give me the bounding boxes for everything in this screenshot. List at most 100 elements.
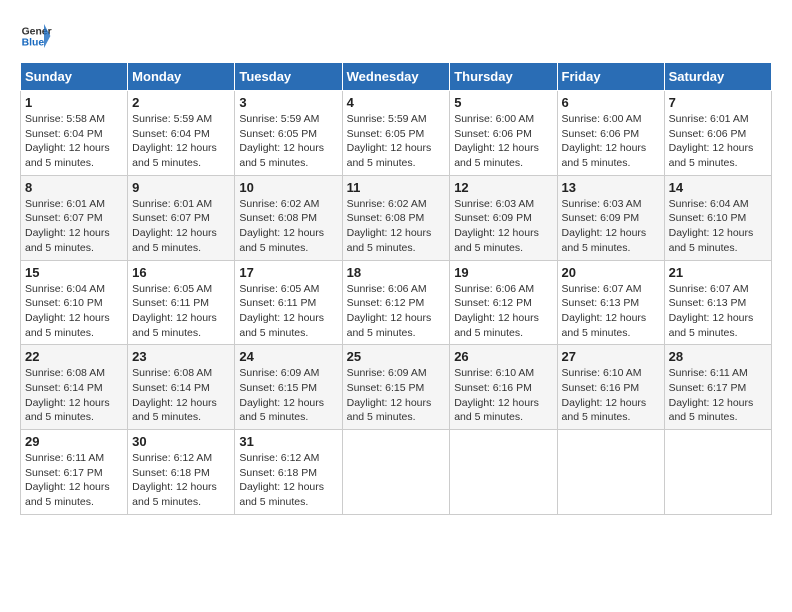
- calendar-cell: 29 Sunrise: 6:11 AMSunset: 6:17 PMDayligh…: [21, 430, 128, 515]
- day-info: Sunrise: 6:07 AMSunset: 6:13 PMDaylight:…: [669, 282, 767, 341]
- day-number: 19: [454, 265, 552, 280]
- day-number: 29: [25, 434, 123, 449]
- day-info: Sunrise: 6:01 AMSunset: 6:07 PMDaylight:…: [132, 197, 230, 256]
- logo-icon: General Blue: [20, 20, 52, 52]
- weekday-header-monday: Monday: [128, 63, 235, 91]
- calendar-cell: 23Sunrise: 6:08 AMSunset: 6:14 PMDayligh…: [128, 345, 235, 430]
- calendar-cell: 10Sunrise: 6:02 AMSunset: 6:08 PMDayligh…: [235, 175, 342, 260]
- day-info: Sunrise: 6:05 AMSunset: 6:11 PMDaylight:…: [132, 282, 230, 341]
- calendar-cell: 20 Sunrise: 6:07 AMSunset: 6:13 PMDayligh…: [557, 260, 664, 345]
- day-number: 21: [669, 265, 767, 280]
- calendar-cell: 25 Sunrise: 6:09 AMSunset: 6:15 PMDayligh…: [342, 345, 450, 430]
- day-number: 11: [347, 180, 446, 195]
- day-number: 16: [132, 265, 230, 280]
- calendar-cell: [342, 430, 450, 515]
- day-number: 28: [669, 349, 767, 364]
- day-number: 31: [239, 434, 337, 449]
- day-number: 12: [454, 180, 552, 195]
- day-number: 18: [347, 265, 446, 280]
- day-info: Sunrise: 6:10 AMSunset: 6:16 PMDaylight:…: [454, 366, 552, 425]
- weekday-header-friday: Friday: [557, 63, 664, 91]
- week-row-1: 8Sunrise: 6:01 AMSunset: 6:07 PMDaylight…: [21, 175, 772, 260]
- day-info: Sunrise: 6:08 AMSunset: 6:14 PMDaylight:…: [25, 366, 123, 425]
- calendar-table: SundayMondayTuesdayWednesdayThursdayFrid…: [20, 62, 772, 515]
- calendar-cell: 8Sunrise: 6:01 AMSunset: 6:07 PMDaylight…: [21, 175, 128, 260]
- day-number: 2: [132, 95, 230, 110]
- page-container: General Blue SundayMondayTuesdayWednesda…: [20, 20, 772, 515]
- calendar-cell: 3Sunrise: 5:59 AMSunset: 6:05 PMDaylight…: [235, 91, 342, 176]
- day-info: Sunrise: 6:00 AMSunset: 6:06 PMDaylight:…: [562, 112, 660, 171]
- calendar-cell: 24Sunrise: 6:09 AMSunset: 6:15 PMDayligh…: [235, 345, 342, 430]
- day-info: Sunrise: 6:06 AMSunset: 6:12 PMDaylight:…: [454, 282, 552, 341]
- calendar-cell: 11Sunrise: 6:02 AMSunset: 6:08 PMDayligh…: [342, 175, 450, 260]
- day-number: 17: [239, 265, 337, 280]
- calendar-cell: 17 Sunrise: 6:05 AMSunset: 6:11 PMDayligh…: [235, 260, 342, 345]
- calendar-cell: 6Sunrise: 6:00 AMSunset: 6:06 PMDaylight…: [557, 91, 664, 176]
- weekday-header-tuesday: Tuesday: [235, 63, 342, 91]
- calendar-cell: 14 Sunrise: 6:04 AMSunset: 6:10 PMDayligh…: [664, 175, 771, 260]
- calendar-cell: 7Sunrise: 6:01 AMSunset: 6:06 PMDaylight…: [664, 91, 771, 176]
- day-number: 30: [132, 434, 230, 449]
- day-number: 4: [347, 95, 446, 110]
- weekday-header-sunday: Sunday: [21, 63, 128, 91]
- day-info: Sunrise: 6:04 AMSunset: 6:10 PMDaylight:…: [25, 282, 123, 341]
- day-info: Sunrise: 5:58 AMSunset: 6:04 PMDaylight:…: [25, 112, 123, 171]
- weekday-header-row: SundayMondayTuesdayWednesdayThursdayFrid…: [21, 63, 772, 91]
- calendar-cell: 31 Sunrise: 6:12 AMSunset: 6:18 PMDayligh…: [235, 430, 342, 515]
- calendar-cell: 5Sunrise: 6:00 AMSunset: 6:06 PMDaylight…: [450, 91, 557, 176]
- calendar-cell: 15 Sunrise: 6:04 AMSunset: 6:10 PMDayligh…: [21, 260, 128, 345]
- calendar-cell: 26 Sunrise: 6:10 AMSunset: 6:16 PMDayligh…: [450, 345, 557, 430]
- day-info: Sunrise: 6:03 AMSunset: 6:09 PMDaylight:…: [562, 197, 660, 256]
- day-info: Sunrise: 6:09 AMSunset: 6:15 PMDaylight:…: [347, 366, 446, 425]
- day-number: 26: [454, 349, 552, 364]
- day-number: 14: [669, 180, 767, 195]
- day-info: Sunrise: 6:09 AMSunset: 6:15 PMDaylight:…: [239, 366, 337, 425]
- day-info: Sunrise: 6:06 AMSunset: 6:12 PMDaylight:…: [347, 282, 446, 341]
- week-row-0: 1 Sunrise: 5:58 AMSunset: 6:04 PMDaylight…: [21, 91, 772, 176]
- calendar-cell: [450, 430, 557, 515]
- calendar-cell: 12Sunrise: 6:03 AMSunset: 6:09 PMDayligh…: [450, 175, 557, 260]
- week-row-4: 29 Sunrise: 6:11 AMSunset: 6:17 PMDayligh…: [21, 430, 772, 515]
- calendar-cell: 13 Sunrise: 6:03 AMSunset: 6:09 PMDayligh…: [557, 175, 664, 260]
- calendar-cell: 30 Sunrise: 6:12 AMSunset: 6:18 PMDayligh…: [128, 430, 235, 515]
- day-info: Sunrise: 6:08 AMSunset: 6:14 PMDaylight:…: [132, 366, 230, 425]
- day-number: 15: [25, 265, 123, 280]
- weekday-header-wednesday: Wednesday: [342, 63, 450, 91]
- day-info: Sunrise: 6:12 AMSunset: 6:18 PMDaylight:…: [239, 451, 337, 510]
- calendar-cell: 2 Sunrise: 5:59 AMSunset: 6:04 PMDaylight…: [128, 91, 235, 176]
- day-info: Sunrise: 6:01 AMSunset: 6:06 PMDaylight:…: [669, 112, 767, 171]
- calendar-cell: 9 Sunrise: 6:01 AMSunset: 6:07 PMDaylight…: [128, 175, 235, 260]
- weekday-header-saturday: Saturday: [664, 63, 771, 91]
- day-info: Sunrise: 6:00 AMSunset: 6:06 PMDaylight:…: [454, 112, 552, 171]
- calendar-cell: 1 Sunrise: 5:58 AMSunset: 6:04 PMDaylight…: [21, 91, 128, 176]
- day-number: 20: [562, 265, 660, 280]
- day-info: Sunrise: 6:10 AMSunset: 6:16 PMDaylight:…: [562, 366, 660, 425]
- logo: General Blue: [20, 20, 52, 52]
- day-number: 22: [25, 349, 123, 364]
- day-info: Sunrise: 5:59 AMSunset: 6:04 PMDaylight:…: [132, 112, 230, 171]
- calendar-cell: 28 Sunrise: 6:11 AMSunset: 6:17 PMDayligh…: [664, 345, 771, 430]
- day-info: Sunrise: 6:12 AMSunset: 6:18 PMDaylight:…: [132, 451, 230, 510]
- calendar-cell: [557, 430, 664, 515]
- day-info: Sunrise: 6:04 AMSunset: 6:10 PMDaylight:…: [669, 197, 767, 256]
- calendar-cell: 4Sunrise: 5:59 AMSunset: 6:05 PMDaylight…: [342, 91, 450, 176]
- day-number: 9: [132, 180, 230, 195]
- calendar-cell: 22 Sunrise: 6:08 AMSunset: 6:14 PMDayligh…: [21, 345, 128, 430]
- day-number: 27: [562, 349, 660, 364]
- day-number: 3: [239, 95, 337, 110]
- day-number: 13: [562, 180, 660, 195]
- day-info: Sunrise: 6:07 AMSunset: 6:13 PMDaylight:…: [562, 282, 660, 341]
- day-info: Sunrise: 6:05 AMSunset: 6:11 PMDaylight:…: [239, 282, 337, 341]
- week-row-2: 15 Sunrise: 6:04 AMSunset: 6:10 PMDayligh…: [21, 260, 772, 345]
- day-info: Sunrise: 6:11 AMSunset: 6:17 PMDaylight:…: [25, 451, 123, 510]
- day-info: Sunrise: 6:11 AMSunset: 6:17 PMDaylight:…: [669, 366, 767, 425]
- day-number: 1: [25, 95, 123, 110]
- header-area: General Blue: [20, 20, 772, 52]
- calendar-cell: 18 Sunrise: 6:06 AMSunset: 6:12 PMDayligh…: [342, 260, 450, 345]
- svg-text:Blue: Blue: [22, 38, 45, 49]
- day-info: Sunrise: 6:02 AMSunset: 6:08 PMDaylight:…: [239, 197, 337, 256]
- weekday-header-thursday: Thursday: [450, 63, 557, 91]
- week-row-3: 22 Sunrise: 6:08 AMSunset: 6:14 PMDayligh…: [21, 345, 772, 430]
- day-number: 25: [347, 349, 446, 364]
- day-info: Sunrise: 6:01 AMSunset: 6:07 PMDaylight:…: [25, 197, 123, 256]
